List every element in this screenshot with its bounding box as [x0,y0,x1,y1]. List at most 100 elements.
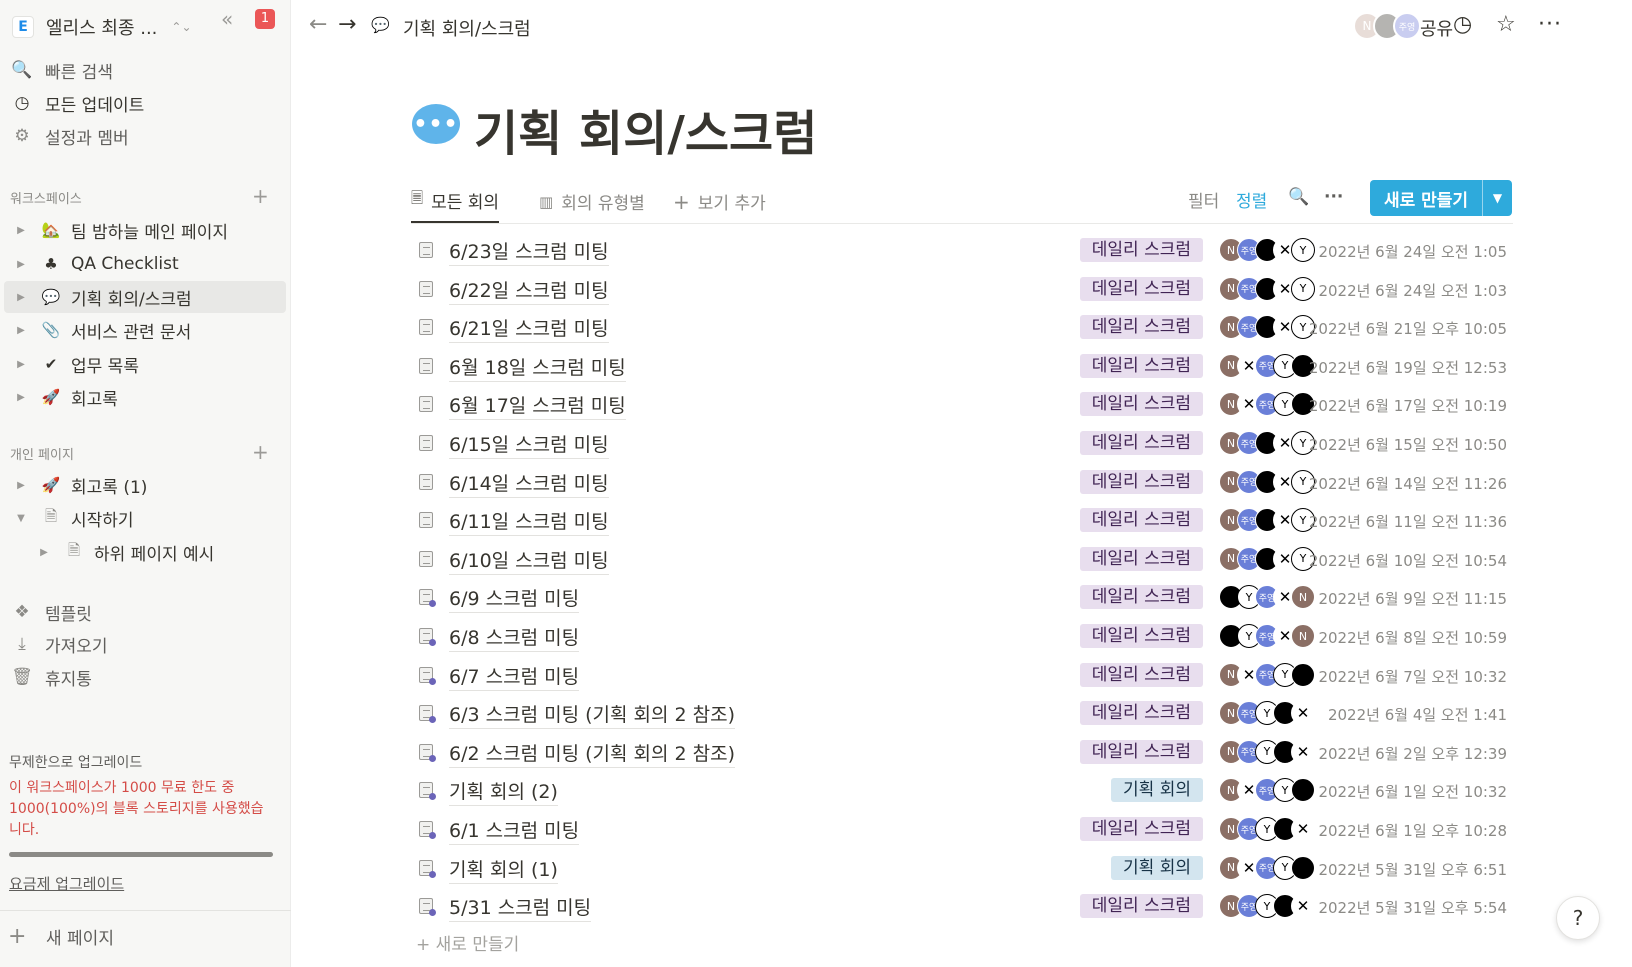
add-row-button[interactable]: + 새로 만들기 [416,930,519,955]
table-row[interactable]: 6/1 스크럼 미팅 데일리 스크럼 N 주영 Y ✕ 2022년 6월 1일 오후 10:… [411,810,1513,848]
star-icon[interactable]: ☆ [1496,12,1516,37]
sidebar-item-getting-started[interactable]: ▼ 🗎 시작하기 [0,502,291,534]
created-date: 2022년 6월 24일 오전 1:03 [1318,281,1507,300]
house-icon: 🏡 [41,221,61,239]
table-row[interactable]: 6/7 스크럼 미팅 데일리 스크럼 N ✕ 주영 Y 2022년 6월 7일 오전 10:… [411,656,1513,694]
table-row[interactable]: 6/9 스크럼 미팅 데일리 스크럼 Y 주영 ✕ N 2022년 6월 9일 오전 11:… [411,578,1513,616]
sidebar-item-subpage-example[interactable]: ▶ 🗎 하위 페이지 예시 [0,536,291,568]
table-row[interactable]: 6/2 스크럼 미팅 (기획 회의 2 참조) 데일리 스크럼 N 주영 Y ✕ 2022년… [411,733,1513,771]
table-row[interactable]: 6/11일 스크럼 미팅 데일리 스크럼 N 주영 ✕ Y 2022년 6월 11일 오전 … [411,501,1513,539]
caret-right-icon[interactable]: ▶ [14,225,28,236]
row-title[interactable]: 6월 17일 스크럼 미팅 [449,391,626,421]
table-row[interactable]: 6/10일 스크럼 미팅 데일리 스크럼 N 주영 ✕ Y 2022년 6월 10일 오전 … [411,540,1513,578]
table-row[interactable]: 6/22일 스크럼 미팅 데일리 스크럼 N 주영 ✕ Y 2022년 6월 24일 오전 … [411,270,1513,308]
row-title[interactable]: 6/7 스크럼 미팅 [449,662,580,691]
table-row[interactable]: 6/21일 스크럼 미팅 데일리 스크럼 N 주영 ✕ Y 2022년 6월 21일 오후 … [411,308,1513,346]
notification-badge[interactable]: 1 [255,9,275,29]
table-row[interactable]: 기획 회의 (2) 기획 회의 N ✕ 주영 Y 2022년 6월 1일 오전 10:32 [411,771,1513,809]
row-title[interactable]: 6/21일 스크럼 미팅 [449,314,609,344]
collaborator-avatars[interactable]: N 주영 [1333,12,1421,40]
table-row[interactable]: 6/14일 스크럼 미팅 데일리 스크럼 N 주영 ✕ Y 2022년 6월 14일 오전 … [411,463,1513,501]
row-title[interactable]: 6/23일 스크럼 미팅 [449,237,609,266]
quick-search[interactable]: 🔍 빠른 검색 [0,55,291,85]
history-clock-icon[interactable]: ◷ [1453,12,1472,37]
add-workspace-page-icon[interactable]: + [252,184,269,208]
row-title[interactable]: 6/14일 스크럼 미팅 [449,469,609,498]
sidebar-item-team-main[interactable]: ▶ 🏡 팀 밤하늘 메인 페이지 [0,214,291,246]
settings-members[interactable]: ⚙ 설정과 멤버 [0,121,291,151]
chevron-down-icon[interactable]: ▼ [1482,180,1512,216]
sidebar-item-retrospective[interactable]: ▶ 🚀 회고록 [0,381,291,413]
caret-right-icon[interactable]: ▶ [14,359,28,370]
caret-right-icon[interactable]: ▶ [14,325,28,336]
avatar: ✕ [1291,894,1315,919]
workspace-switcher[interactable]: E 엘리스 최종 ... ⌃⌄ [0,8,291,46]
table-row[interactable]: 6/23일 스크럼 미팅 데일리 스크럼 N 주영 ✕ Y 2022년 6월 24일 오전 … [411,231,1513,269]
page-icon [419,705,436,724]
row-title[interactable]: 6/15일 스크럼 미팅 [449,430,609,459]
row-title[interactable]: 6/8 스크럼 미팅 [449,623,580,652]
caret-right-icon[interactable]: ▶ [14,392,28,403]
row-title[interactable]: 6/3 스크럼 미팅 (기획 회의 2 참조) [449,700,736,730]
tab-by-meeting-type[interactable]: ▥ 회의 유형별 [539,180,645,223]
sidebar-item-label: QA Checklist [71,254,179,274]
row-title[interactable]: 6/9 스크럼 미팅 [449,584,580,614]
table-row[interactable]: 6/8 스크럼 미팅 데일리 스크럼 Y 주영 ✕ N 2022년 6월 8일 오전 10:… [411,617,1513,655]
tab-label: 회의 유형별 [561,194,645,214]
meeting-type-tag: 데일리 스크럼 [1079,431,1203,455]
plus-icon: + [8,924,27,949]
caret-right-icon[interactable]: ▶ [14,292,28,303]
add-view-button[interactable]: + 보기 추가 [673,180,766,223]
row-title[interactable]: 6/2 스크럼 미팅 (기획 회의 2 참조) [449,739,736,768]
sidebar-item-service-docs[interactable]: ▶ 📎 서비스 관련 문서 [0,314,291,346]
row-title[interactable]: 기획 회의 (1) [449,855,558,884]
forward-arrow-icon[interactable]: → [338,12,356,37]
add-private-page-icon[interactable]: + [252,440,269,464]
caret-down-icon[interactable]: ▼ [14,513,28,524]
import[interactable]: ⤓ 가져오기 [0,629,291,659]
sidebar-item-planning-scrum[interactable]: ▶ 💬 기획 회의/스크럼 [4,281,286,313]
row-title[interactable]: 6/1 스크럼 미팅 [449,816,580,845]
table-row[interactable]: 5/31 스크럼 미팅 데일리 스크럼 N 주영 Y ✕ 2022년 5월 31일 오후 5… [411,887,1513,925]
row-title[interactable]: 기획 회의 (2) [449,777,558,807]
meeting-type-tag: 데일리 스크럼 [1079,701,1203,726]
tab-all-meetings[interactable]: 🗏 모든 회의 [411,180,500,223]
caret-right-icon[interactable]: ▶ [37,547,51,558]
row-title[interactable]: 5/31 스크럼 미팅 [449,893,592,923]
search-icon[interactable]: 🔍 [1288,187,1309,207]
share-button[interactable]: 공유 [1420,15,1453,41]
templates[interactable]: ❖ 템플릿 [0,597,291,627]
page-title[interactable]: 기획 회의/스크럼 [474,94,817,164]
more-options-icon[interactable]: ··· [1538,12,1562,37]
sort-button[interactable]: 정렬 [1236,187,1267,212]
more-options-icon[interactable]: ··· [1324,187,1343,207]
trash[interactable]: 🗑 휴지통 [0,662,291,692]
filter-button[interactable]: 필터 [1188,187,1219,212]
table-row[interactable]: 6/3 스크럼 미팅 (기획 회의 2 참조) 데일리 스크럼 N 주영 Y ✕ 2022년… [411,694,1513,732]
all-updates-label: 모든 업데이트 [45,95,145,116]
row-title[interactable]: 6월 18일 스크럼 미팅 [449,353,626,382]
back-arrow-icon[interactable]: ← [309,12,327,37]
sidebar-item-task-list[interactable]: ▶ ✔ 업무 목록 [0,348,291,380]
collapse-sidebar-icon[interactable]: « [221,7,233,31]
table-row[interactable]: 6월 17일 스크럼 미팅 데일리 스크럼 N ✕ 주영 Y 2022년 6월 17일 오전… [411,385,1513,423]
upgrade-plan-link[interactable]: 요금제 업그레이드 [9,873,124,894]
page-icon [419,821,436,839]
page-emoji-icon[interactable]: ••• [412,104,460,144]
new-button[interactable]: 새로 만들기 ▼ [1370,180,1512,216]
row-title[interactable]: 6/11일 스크럼 미팅 [449,507,609,537]
table-row[interactable]: 6월 18일 스크럼 미팅 데일리 스크럼 N ✕ 주영 Y 2022년 6월 19일 오전… [411,347,1513,385]
caret-right-icon[interactable]: ▶ [14,259,28,270]
table-row[interactable]: 기획 회의 (1) 기획 회의 N ✕ 주영 Y 2022년 5월 31일 오후 6:51 [411,849,1513,887]
help-button[interactable]: ? [1556,896,1600,940]
sidebar-item-retrospective-1[interactable]: ▶ 🚀 회고록 (1) [0,469,291,501]
row-title[interactable]: 6/22일 스크럼 미팅 [449,276,609,305]
caret-right-icon[interactable]: ▶ [14,480,28,491]
sidebar-item-qa-checklist[interactable]: ▶ ♣ QA Checklist [0,248,291,280]
table-row[interactable]: 6/15일 스크럼 미팅 데일리 스크럼 N 주영 ✕ Y 2022년 6월 15일 오전 … [411,424,1513,462]
new-page-button[interactable]: + 새 페이지 [8,924,114,949]
row-title[interactable]: 6/10일 스크럼 미팅 [449,546,609,575]
created-date: 2022년 6월 9일 오전 11:15 [1318,590,1507,609]
breadcrumb[interactable]: 기획 회의/스크럼 [403,15,531,41]
all-updates[interactable]: ◷ 모든 업데이트 [0,88,291,118]
